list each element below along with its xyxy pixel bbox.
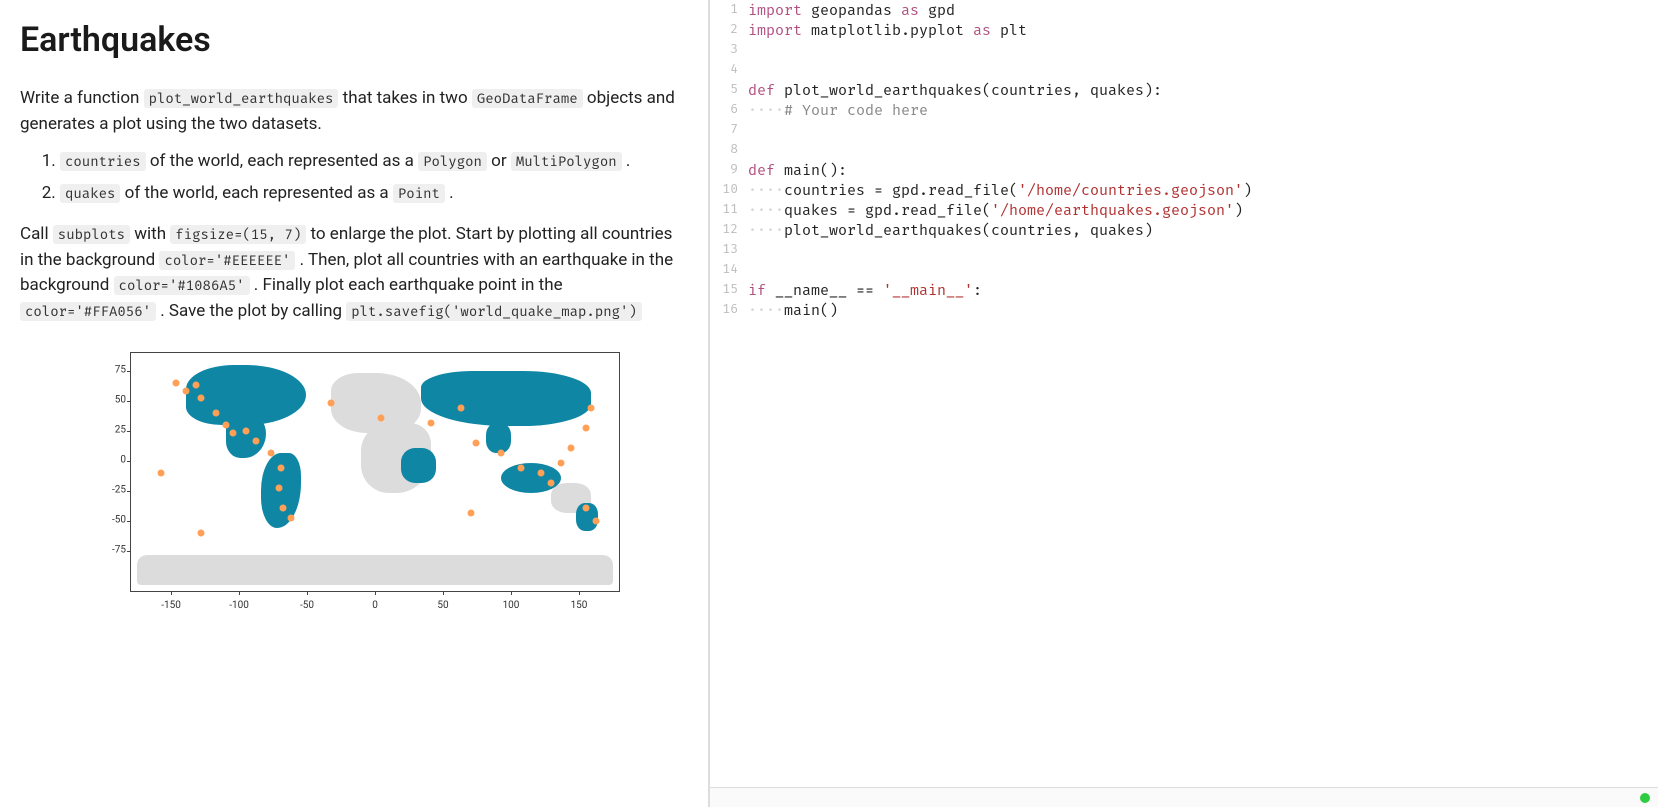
code-call: subplots xyxy=(53,225,130,244)
paragraph-2: Call subplots with figsize=(15, 7) to en… xyxy=(20,222,688,324)
line-number: 10 xyxy=(710,180,748,200)
code-type: Point xyxy=(393,184,445,203)
code-line[interactable]: 10····countries = gpd.read_file('/home/c… xyxy=(710,180,1658,200)
list-item: countries of the world, each represented… xyxy=(60,149,688,175)
line-number: 1 xyxy=(710,0,748,20)
y-tick-label: -75 xyxy=(102,545,126,556)
code-arg: figsize=(15, 7) xyxy=(170,225,306,244)
code-color: color='#FFA056' xyxy=(20,302,156,321)
reference-map-figure: 75 50 25 0 -25 -50 -75 xyxy=(90,348,688,618)
argument-list: countries of the world, each represented… xyxy=(60,149,688,206)
code-fn-name: plot_world_earthquakes xyxy=(144,89,339,108)
code-content[interactable]: import geopandas as gpd xyxy=(748,0,955,20)
text: with xyxy=(134,224,170,244)
problem-description: Write a function plot_world_earthquakes … xyxy=(20,86,688,324)
code-content[interactable]: ····plot_world_earthquakes(countries, qu… xyxy=(748,220,1153,240)
code-content[interactable]: if __name__ == '__main__': xyxy=(748,280,982,300)
code-line[interactable]: 5def plot_world_earthquakes(countries, q… xyxy=(710,80,1658,100)
line-number: 13 xyxy=(710,240,748,260)
code-content[interactable]: def main(): xyxy=(748,160,847,180)
line-number: 9 xyxy=(710,160,748,180)
x-tick-label: 0 xyxy=(372,600,378,611)
code-line[interactable]: 7 xyxy=(710,120,1658,140)
code-type: MultiPolygon xyxy=(511,152,622,171)
code-arg: quakes xyxy=(60,184,120,203)
text: . xyxy=(626,151,630,171)
code-line[interactable]: 14 xyxy=(710,260,1658,280)
paragraph-1: Write a function plot_world_earthquakes … xyxy=(20,86,688,137)
text: or xyxy=(491,151,511,171)
line-number: 11 xyxy=(710,200,748,220)
code-line[interactable]: 6····# Your code here xyxy=(710,100,1658,120)
y-tick-label: 0 xyxy=(102,455,126,466)
code-line[interactable]: 2import matplotlib.pyplot as plt xyxy=(710,20,1658,40)
code-color: color='#1086A5' xyxy=(114,276,250,295)
code-line[interactable]: 11····quakes = gpd.read_file('/home/eart… xyxy=(710,200,1658,220)
code-line[interactable]: 3 xyxy=(710,40,1658,60)
code-content[interactable]: ····countries = gpd.read_file('/home/cou… xyxy=(748,180,1252,200)
text: Call xyxy=(20,224,53,244)
code-content[interactable]: ····main() xyxy=(748,300,838,320)
problem-panel: Earthquakes Write a function plot_world_… xyxy=(0,0,710,807)
list-item: quakes of the world, each represented as… xyxy=(60,181,688,207)
code-editor[interactable]: 1import geopandas as gpd2import matplotl… xyxy=(710,0,1658,807)
code-content[interactable]: import matplotlib.pyplot as plt xyxy=(748,20,1027,40)
text: of the world, each represented as a xyxy=(150,151,418,171)
y-tick-label: -25 xyxy=(102,485,126,496)
y-tick-label: 25 xyxy=(102,425,126,436)
code-line[interactable]: 1import geopandas as gpd xyxy=(710,0,1658,20)
code-line[interactable]: 15if __name__ == '__main__': xyxy=(710,280,1658,300)
x-tick-label: 150 xyxy=(571,600,588,611)
page-title: Earthquakes xyxy=(20,20,688,60)
line-number: 5 xyxy=(710,80,748,100)
x-tick-label: -150 xyxy=(161,600,181,611)
code-class: GeoDataFrame xyxy=(472,89,583,108)
x-tick-label: 100 xyxy=(503,600,520,611)
code-content[interactable]: ····# Your code here xyxy=(748,100,928,120)
code-line[interactable]: 4 xyxy=(710,60,1658,80)
text: . Save the plot by calling xyxy=(160,301,346,321)
text: of the world, each represented as a xyxy=(125,183,393,203)
line-number: 6 xyxy=(710,100,748,120)
line-number: 12 xyxy=(710,220,748,240)
code-type: Polygon xyxy=(418,152,487,171)
y-tick-label: -50 xyxy=(102,515,126,526)
x-tick-label: -50 xyxy=(300,600,314,611)
line-number: 3 xyxy=(710,40,748,60)
code-line[interactable]: 12····plot_world_earthquakes(countries, … xyxy=(710,220,1658,240)
y-tick-label: 50 xyxy=(102,395,126,406)
map-axes: -150 -100 -50 0 50 100 150 xyxy=(130,352,620,592)
line-number: 14 xyxy=(710,260,748,280)
line-number: 7 xyxy=(710,120,748,140)
text: . Finally plot each earthquake point in … xyxy=(254,275,563,295)
code-line[interactable]: 16····main() xyxy=(710,300,1658,320)
line-number: 8 xyxy=(710,140,748,160)
line-number: 16 xyxy=(710,300,748,320)
y-tick-label: 75 xyxy=(102,365,126,376)
line-number: 15 xyxy=(710,280,748,300)
x-tick-label: 50 xyxy=(437,600,448,611)
code-content[interactable]: def plot_world_earthquakes(countries, qu… xyxy=(748,80,1162,100)
code-content[interactable]: ····quakes = gpd.read_file('/home/earthq… xyxy=(748,200,1243,220)
code-line[interactable]: 13 xyxy=(710,240,1658,260)
line-number: 4 xyxy=(710,60,748,80)
code-line[interactable]: 9def main(): xyxy=(710,160,1658,180)
line-number: 2 xyxy=(710,20,748,40)
status-bar xyxy=(710,787,1658,807)
code-arg: countries xyxy=(60,152,146,171)
code-color: color='#EEEEEE' xyxy=(159,251,295,270)
code-save: plt.savefig('world_quake_map.png') xyxy=(346,302,642,321)
x-tick-label: -100 xyxy=(229,600,249,611)
text: . xyxy=(449,183,453,203)
text: Write a function xyxy=(20,88,144,108)
text: that takes in two xyxy=(343,88,472,108)
code-line[interactable]: 8 xyxy=(710,140,1658,160)
status-ok-icon xyxy=(1640,793,1650,803)
